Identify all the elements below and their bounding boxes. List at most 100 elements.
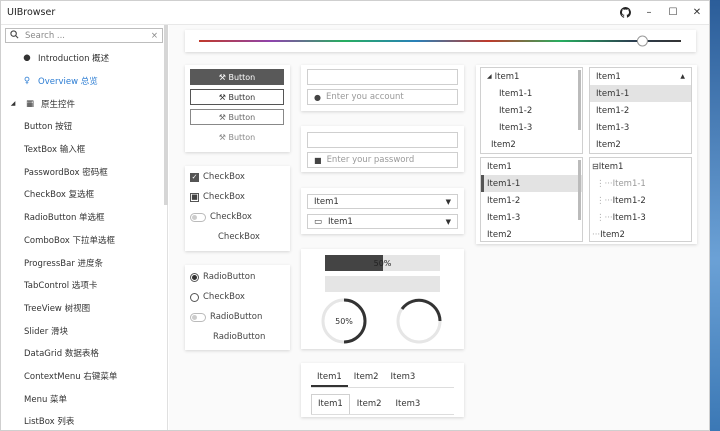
tree-item[interactable]: Item1-1 xyxy=(481,85,582,102)
tree-item[interactable]: Item1-2 xyxy=(481,102,582,119)
light-button[interactable]: ⚒ Button xyxy=(190,109,284,125)
tab-item2[interactable]: Item2 xyxy=(348,369,385,387)
sidebar-item-label: ProgressBar 进度条 xyxy=(24,258,104,269)
title-bar: UIBrowser – ☐ ✕ xyxy=(1,1,709,25)
treeview-2: Item1 ▲ Item1-1 Item1-2 Item1-3 Item2 xyxy=(589,67,692,154)
indeterminate-icon: ■ xyxy=(190,192,199,202)
account-input[interactable]: ● Enter you account xyxy=(307,89,458,105)
sidebar-group-native[interactable]: ◢ ▦ 原生控件 xyxy=(1,92,167,115)
radio-text-only[interactable]: RadioButton xyxy=(213,332,265,342)
tab-item1[interactable]: Item1 xyxy=(311,369,348,387)
tree-item[interactable]: Item1-2 xyxy=(481,192,582,209)
sidebar-scrollbar[interactable] xyxy=(164,25,168,205)
search-input[interactable]: Search ... × xyxy=(5,28,163,43)
combobox-2[interactable]: ▭ Item1 ▼ xyxy=(307,214,458,229)
radio-card: RadioButton CheckBox RadioButton RadioBu… xyxy=(185,265,290,350)
tab-item2[interactable]: Item2 xyxy=(350,394,389,414)
window-title: UIBrowser xyxy=(7,7,56,18)
tree-item-label: Item2 xyxy=(600,229,625,240)
checkbox-toggle[interactable]: CheckBox xyxy=(190,212,252,222)
sidebar-item-radiobutton[interactable]: RadioButton 单选框 xyxy=(1,206,167,229)
radio-checked[interactable]: RadioButton xyxy=(190,272,255,282)
maximize-icon[interactable]: ☐ xyxy=(661,1,685,25)
sidebar-item-listbox[interactable]: ListBox 列表 xyxy=(1,410,167,430)
password-input[interactable]: ■ Enter your password xyxy=(307,152,458,168)
dropdown-arrow-icon: ▼ xyxy=(445,197,451,206)
tree-item[interactable]: Item1 xyxy=(481,158,582,175)
slider-track xyxy=(199,40,681,42)
tree-item[interactable]: ◢ Item1 xyxy=(481,68,582,85)
checkbox-indeterminate[interactable]: ■ CheckBox xyxy=(190,192,245,202)
tree-item[interactable]: Item2 xyxy=(481,136,582,153)
tree-item-selected[interactable]: Item1-1 xyxy=(590,85,691,102)
tree-item-label: Item1 xyxy=(487,161,512,172)
sidebar-item-button[interactable]: Button 按钮 xyxy=(1,115,167,138)
tree-item[interactable]: Item1-3 xyxy=(481,209,582,226)
combobox-card: Item1 ▼ ▭ Item1 ▼ xyxy=(301,188,464,234)
tab-strip-2: Item1 Item2 Item3 xyxy=(311,394,454,415)
radio-unchecked[interactable]: CheckBox xyxy=(190,292,245,302)
sidebar-item-slider[interactable]: Slider 滑块 xyxy=(1,319,167,342)
sidebar-item-datagrid[interactable]: DataGrid 数据表格 xyxy=(1,342,167,365)
disabled-button[interactable]: ⚒ Button xyxy=(190,129,284,145)
hammer-icon: ⚒ xyxy=(218,112,229,122)
password-plain[interactable] xyxy=(307,132,458,148)
combobox-1[interactable]: Item1 ▼ xyxy=(307,194,458,209)
slider[interactable] xyxy=(185,30,696,52)
sidebar-item-treeview[interactable]: TreeView 树视图 xyxy=(1,297,167,320)
sidebar-item-progressbar[interactable]: ProgressBar 进度条 xyxy=(1,251,167,274)
sidebar-item-menu[interactable]: Menu 菜单 xyxy=(1,387,167,410)
tree-item-label: Item2 xyxy=(596,139,621,150)
sidebar-item-label: Overview 总览 xyxy=(38,77,98,88)
tree-item[interactable]: Item2 xyxy=(590,136,691,153)
tree-item[interactable]: Item1 ▲ xyxy=(590,68,691,85)
tree-item[interactable]: ⋮··· Item1-2 xyxy=(590,192,691,209)
sidebar-item-overview[interactable]: ♀ Overview 总览 xyxy=(1,70,167,93)
lightbulb-icon: ♀ xyxy=(23,76,31,87)
textbox-plain[interactable] xyxy=(307,69,458,85)
tree-item[interactable]: Item1-3 xyxy=(481,119,582,136)
sidebar-item-introduction[interactable]: ● Introduction 概述 xyxy=(1,47,167,70)
sidebar-item-passwordbox[interactable]: PasswordBox 密码框 xyxy=(1,160,167,183)
tree-item[interactable]: Item1-2 xyxy=(590,102,691,119)
tab-item3[interactable]: Item3 xyxy=(385,369,422,387)
check-icon: ✓ xyxy=(190,172,199,182)
sidebar-item-checkbox[interactable]: CheckBox 复选框 xyxy=(1,183,167,206)
sidebar-item-combobox[interactable]: ComboBox 下拉单选框 xyxy=(1,229,167,252)
tree-item[interactable]: ⊟ Item1 xyxy=(590,158,691,175)
password-placeholder: Enter your password xyxy=(326,155,415,165)
tree-item[interactable]: ⋮··· Item1-3 xyxy=(590,209,691,226)
primary-button[interactable]: ⚒ Button xyxy=(190,69,284,85)
tree-scrollbar[interactable] xyxy=(578,70,581,130)
sidebar-item-textbox[interactable]: TextBox 输入框 xyxy=(1,138,167,161)
tree-item-selected[interactable]: Item1-1 xyxy=(481,175,582,192)
tab-item3[interactable]: Item3 xyxy=(389,394,428,414)
tree-scrollbar[interactable] xyxy=(578,160,581,220)
checkbox-label: CheckBox xyxy=(210,212,252,222)
sidebar-item-tabcontrol[interactable]: TabControl 选项卡 xyxy=(1,274,167,297)
treeview-4: ⊟ Item1 ⋮··· Item1-1 ⋮··· Item1-2 ⋮··· Item1… xyxy=(589,157,692,242)
radio-label: CheckBox xyxy=(203,292,245,302)
tree-item[interactable]: Item2 xyxy=(481,226,582,241)
close-icon[interactable]: ✕ xyxy=(685,1,709,25)
tree-connector: ··· xyxy=(592,229,601,240)
checkbox-text-only[interactable]: CheckBox xyxy=(218,232,260,242)
tree-item[interactable]: ⋮··· Item1-1 xyxy=(590,175,691,192)
windows-icon: ▦ xyxy=(25,98,35,109)
tree-item[interactable]: Item1-3 xyxy=(590,119,691,136)
clear-icon[interactable]: × xyxy=(151,31,158,41)
sidebar-item-contextmenu[interactable]: ContextMenu 右键菜单 xyxy=(1,365,167,388)
outline-button[interactable]: ⚒ Button xyxy=(190,89,284,105)
sidebar-item-label: 原生控件 xyxy=(41,99,76,110)
tree-item[interactable]: ··· Item2 xyxy=(590,226,691,241)
sidebar-item-label: DataGrid 数据表格 xyxy=(24,349,99,360)
button-label: Button xyxy=(228,72,256,82)
radio-toggle[interactable]: RadioButton xyxy=(190,312,262,322)
buttons-card: ⚒ Button ⚒ Button ⚒ Button ⚒ Button xyxy=(185,65,290,152)
minimize-icon[interactable]: – xyxy=(637,1,661,25)
button-label: Button xyxy=(228,132,256,142)
github-icon[interactable] xyxy=(613,1,637,25)
checkbox-checked[interactable]: ✓ CheckBox xyxy=(190,172,245,182)
tab-item1[interactable]: Item1 xyxy=(311,394,350,414)
minus-box-icon: ⊟ xyxy=(592,162,599,171)
